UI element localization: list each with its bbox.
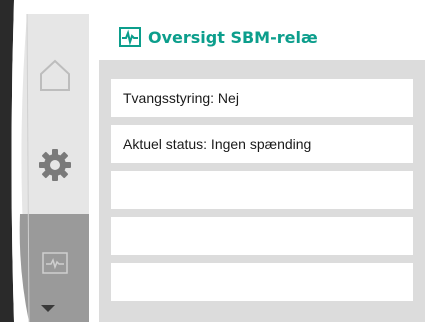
page-header: Oversigt SBM-relæ xyxy=(99,14,425,60)
list-item-label: Tvangsstyring: Nej xyxy=(123,90,239,106)
list-item[interactable] xyxy=(111,263,413,301)
gear-icon xyxy=(39,149,71,181)
pulse-icon xyxy=(119,27,141,47)
info-list: Tvangsstyring: Nej Aktuel status: Ingen … xyxy=(99,60,425,322)
list-item[interactable] xyxy=(111,217,413,255)
list-item[interactable]: Tvangsstyring: Nej xyxy=(111,79,413,117)
settings-button[interactable] xyxy=(30,135,80,195)
home-icon xyxy=(40,59,70,91)
list-item[interactable]: Aktuel status: Ingen spænding xyxy=(111,125,413,163)
list-item[interactable] xyxy=(111,171,413,209)
pulse-icon xyxy=(42,251,68,274)
home-button[interactable] xyxy=(30,45,80,105)
scroll-down-button[interactable] xyxy=(36,298,60,320)
arrow-down-icon xyxy=(41,305,55,312)
page-title: Oversigt SBM-relæ xyxy=(148,27,318,47)
list-item-label: Aktuel status: Ingen spænding xyxy=(123,136,312,152)
status-overview-button[interactable] xyxy=(30,235,80,290)
